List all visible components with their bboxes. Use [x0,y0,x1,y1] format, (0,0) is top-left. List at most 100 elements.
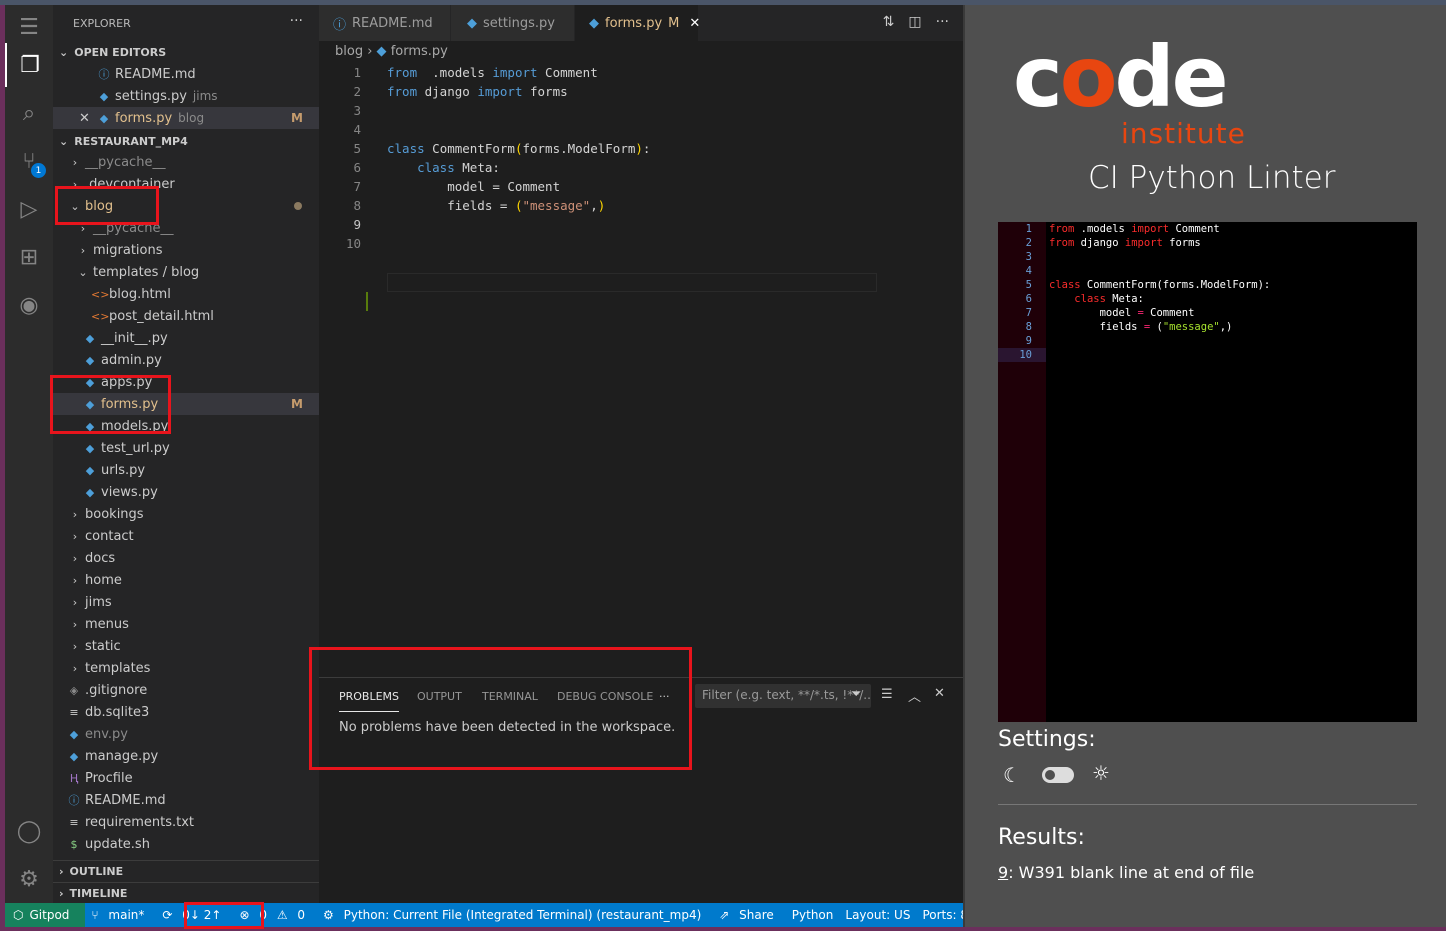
folder-item[interactable]: › docs [53,547,319,569]
file-name: blog [85,198,114,214]
code-token: Comment [537,65,598,80]
code-token: import [492,65,538,80]
activity-bar: ☰ ❐ ⌕ ⑂ 1 ▷ ⊞ ◉ ◯ ⚙ [5,5,53,903]
file-item[interactable]: ◆ apps.py [53,371,319,393]
info-icon: ⓘ [333,17,347,33]
linter-code-line: model = Comment [1049,306,1195,320]
chevron-right-icon: › [72,529,78,543]
remote-label: Gitpod [29,908,70,922]
compare-changes-icon[interactable]: ⇅ [883,14,895,30]
github-icon[interactable]: ◉ [5,283,53,327]
folder-item[interactable]: › .devcontainer [53,173,319,195]
folder-item[interactable]: › jims [53,591,319,613]
file-item[interactable]: ⓘ README.md [53,789,319,811]
remote-indicator[interactable]: ⬡ Gitpod [5,903,86,927]
folder-item[interactable]: › home [53,569,319,591]
code-token: model [1049,307,1138,319]
folder-item[interactable]: › bookings [53,503,319,525]
folder-item[interactable]: › static [53,635,319,657]
problems-filter-input[interactable]: Filter (e.g. text, **/*.ts, !**/... [695,684,871,708]
breadcrumb-folder[interactable]: blog [335,44,363,59]
split-editor-icon[interactable]: ◫ [908,14,921,30]
more-actions-icon[interactable]: ··· [936,14,949,30]
file-item[interactable]: ≡ db.sqlite3 [53,701,319,723]
file-item[interactable]: ◆ __init__.py [53,327,319,349]
tab-terminal[interactable]: TERMINAL [482,690,538,712]
file-item[interactable]: ≡ requirements.txt [53,811,319,833]
open-editor-item[interactable]: ⓘ README.md [53,63,319,85]
maximize-panel-icon[interactable]: ︿ [908,686,921,705]
timeline-section[interactable]: › TIMELINE [53,882,319,904]
sync-indicator[interactable]: ⟳ 0↓ 2↑ [156,908,233,922]
tab-forms[interactable]: ◆ forms.py M ✕ [575,5,700,41]
python-icon: ◆ [85,331,95,345]
procfile-icon: Ⱨ [69,771,79,785]
tab-problems[interactable]: PROBLEMS [339,690,400,712]
source-control-icon[interactable]: ⑂ 1 [5,139,53,183]
folder-item[interactable]: › __pycache__ [53,217,319,239]
python-icon: ◆ [69,727,79,741]
linter-code-input[interactable]: 1 from .models import Comment 2 from django… [998,222,1417,722]
share-button[interactable]: ⇗ Share [713,908,786,922]
folder-item[interactable]: › migrations [53,239,319,261]
linter-line-number: 8 [1025,321,1032,333]
breadcrumb-file[interactable]: forms.py [391,44,448,59]
branch-indicator[interactable]: ⑂ main* [85,908,156,922]
outline-section[interactable]: › OUTLINE [53,860,319,882]
open-editor-item[interactable]: ◆ settings.py jims [53,85,319,107]
folder-item[interactable]: ⌄ templates / blog [53,261,319,283]
run-debug-icon[interactable]: ▷ [5,187,53,231]
info-icon: ⓘ [68,794,80,807]
code-token: forms [522,84,568,99]
file-item[interactable]: ◆ env.py [53,723,319,745]
file-item[interactable]: ◈ .gitignore [53,679,319,701]
extensions-icon[interactable]: ⊞ [5,235,53,279]
filter-icon[interactable]: ⏷ [851,687,861,702]
file-item[interactable]: ◆ models.py [53,415,319,437]
folder-item[interactable]: ⌄ blog [53,195,319,217]
file-name: requirements.txt [85,814,195,830]
run-config[interactable]: ⚙ Python: Current File (Integrated Termi… [317,908,713,922]
run-label: Python: Current File (Integrated Termina… [343,908,702,922]
collapse-all-icon[interactable]: ☰ [881,687,893,702]
account-icon[interactable]: ◯ [5,809,53,853]
explorer-more-button[interactable]: ··· [290,13,303,29]
file-item[interactable]: Ⱨ Procfile [53,767,319,789]
close-icon[interactable]: ✕ [689,16,700,31]
tab-output[interactable]: OUTPUT [417,690,462,712]
tab-settings[interactable]: ◆ settings.py [451,5,575,41]
file-item[interactable]: ◆ forms.py M [53,393,319,415]
file-item[interactable]: ◆ admin.py [53,349,319,371]
tab-readme[interactable]: ⓘ README.md [319,5,451,41]
file-item[interactable]: ◆ urls.py [53,459,319,481]
modified-badge: M [668,15,680,31]
language-mode[interactable]: Python [786,908,840,922]
gear-icon[interactable]: ⚙ [5,857,53,901]
folder-item[interactable]: › __pycache__ [53,151,319,173]
branch-label: main* [108,908,145,922]
file-item[interactable]: $ update.sh [53,833,319,855]
file-item[interactable]: ◆ test_url.py [53,437,319,459]
theme-toggle[interactable] [1042,767,1074,783]
file-item[interactable]: ◆ views.py [53,481,319,503]
file-item[interactable]: ◆ manage.py [53,745,319,767]
open-editor-item[interactable]: ✕ ◆ forms.py blog M [53,107,319,129]
code-token: : [642,141,651,156]
folder-item[interactable]: › contact [53,525,319,547]
folder-item[interactable]: › menus [53,613,319,635]
file-description: jims [192,89,218,103]
keyboard-layout[interactable]: Layout: US [839,908,916,922]
close-icon[interactable]: ✕ [79,111,90,126]
file-item[interactable]: <> blog.html [53,283,319,305]
result-line-link[interactable]: 9 [998,863,1008,882]
project-section[interactable]: ⌄ RESTAURANT_MP4 [53,130,319,152]
panel-more-button[interactable]: ··· [659,690,670,712]
problems-indicator[interactable]: ⊗ 0 ⚠ 0 [233,908,317,922]
tab-debug-console[interactable]: DEBUG CONSOLE [557,690,653,712]
file-item[interactable]: <> post_detail.html [53,305,319,327]
folder-item[interactable]: › templates [53,657,319,679]
explorer-icon[interactable]: ❐ [5,43,53,87]
search-icon[interactable]: ⌕ [5,91,53,135]
close-panel-icon[interactable]: ✕ [934,686,945,701]
open-editors-section[interactable]: ⌄ OPEN EDITORS [53,41,319,63]
